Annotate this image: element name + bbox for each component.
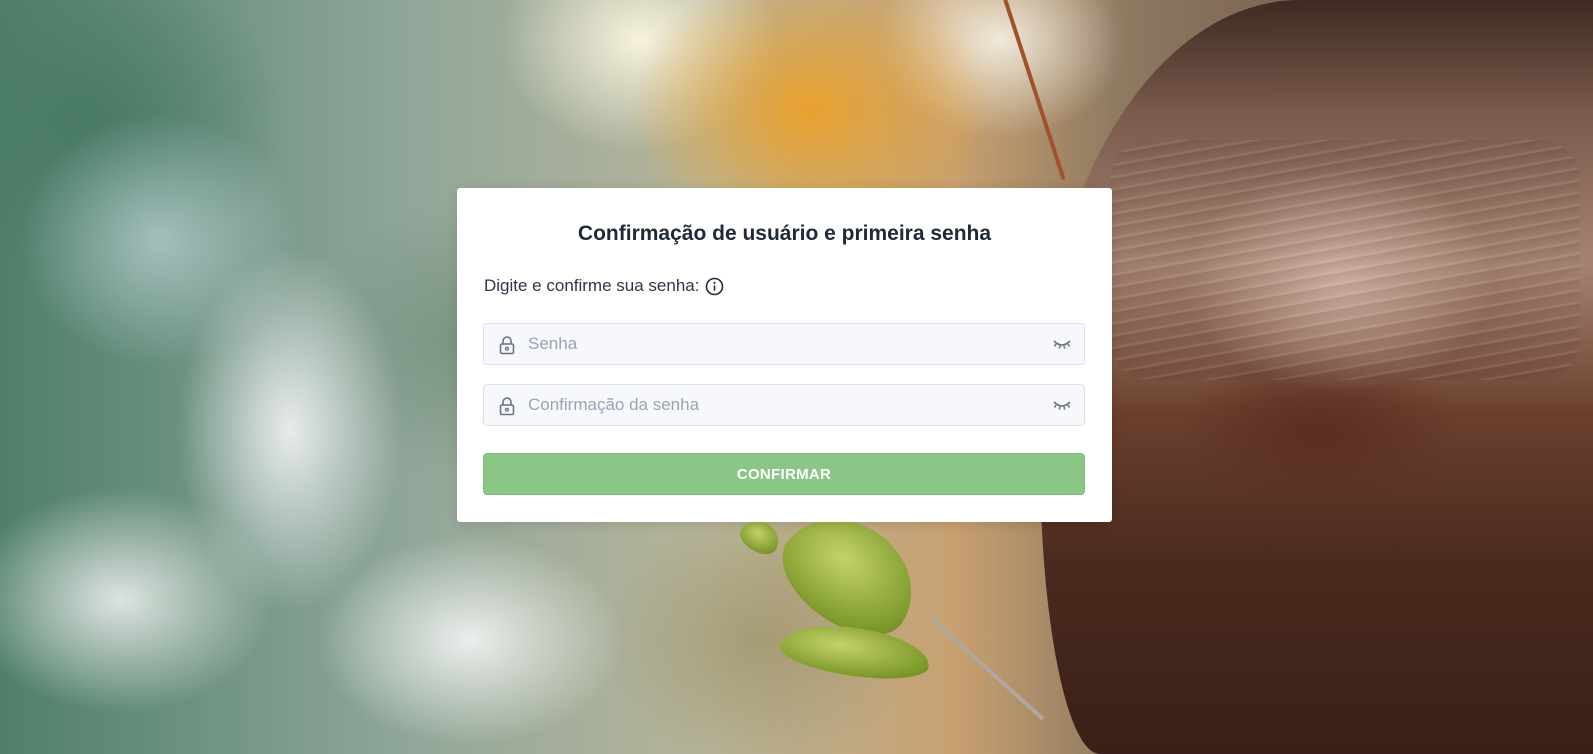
password-input[interactable]	[528, 324, 1038, 364]
info-icon[interactable]	[705, 277, 724, 296]
password-prompt-label: Digite e confirme sua senha:	[484, 276, 700, 295]
background-leaf	[777, 617, 933, 687]
lock-icon	[498, 335, 516, 355]
confirmation-card: Confirmação de usuário e primeira senha …	[457, 188, 1112, 522]
password-prompt-row: Digite e confirme sua senha:	[484, 276, 724, 296]
background-twig	[1000, 0, 1066, 181]
eye-closed-icon[interactable]	[1052, 397, 1072, 413]
password-confirmation-input[interactable]	[528, 385, 1038, 425]
lock-icon	[498, 396, 516, 416]
background-trunk-texture	[1110, 140, 1580, 380]
password-field	[483, 323, 1085, 365]
eye-closed-icon[interactable]	[1052, 336, 1072, 352]
confirm-button[interactable]: CONFIRMAR	[483, 453, 1085, 495]
page-title: Confirmação de usuário e primeira senha	[577, 222, 992, 245]
password-confirmation-field	[483, 384, 1085, 426]
background-leaf-stem	[930, 617, 1045, 721]
